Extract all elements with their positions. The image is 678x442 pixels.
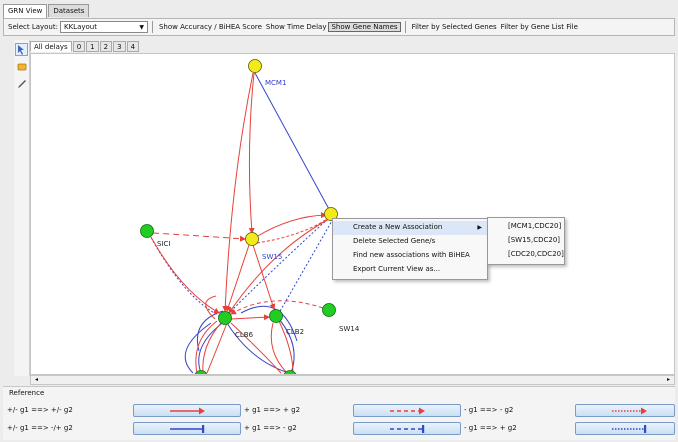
toolbar-divider bbox=[404, 21, 406, 33]
show-accuracy-button[interactable]: Show Accuracy / BiHEA Score bbox=[157, 23, 264, 31]
eraser-tool-icon[interactable] bbox=[15, 60, 28, 73]
layout-label: Select Layout: bbox=[8, 23, 58, 31]
inhibition-bar-icon bbox=[170, 425, 205, 433]
tool-strip bbox=[14, 40, 30, 376]
menu-item-label: Create a New Association bbox=[353, 223, 443, 231]
tab-datasets[interactable]: Datasets bbox=[48, 4, 90, 17]
view-tabs: GRN View Datasets bbox=[3, 4, 90, 19]
node-mcm1 bbox=[248, 59, 262, 73]
scroll-right-icon[interactable]: ▸ bbox=[667, 376, 670, 383]
node-label-sici: SICI bbox=[157, 240, 170, 248]
node-label-sw15: SW15 bbox=[262, 253, 282, 261]
dotted-activation-arrow-icon bbox=[612, 407, 647, 415]
edge-sici-clb6-red bbox=[150, 236, 220, 314]
context-menu: Create a New Association ▶ Delete Select… bbox=[332, 218, 488, 280]
reference-label: - g1 ==> - g2 bbox=[464, 406, 514, 414]
reference-button-dotted-blue[interactable] bbox=[575, 422, 675, 435]
dashed-inhibition-bar-icon bbox=[390, 425, 425, 433]
edge-cdc20-clb6 bbox=[224, 215, 332, 318]
toolbar-divider bbox=[151, 21, 153, 33]
node-sw14 bbox=[322, 303, 336, 317]
tab-delay-1[interactable]: 1 bbox=[86, 41, 99, 52]
delay-tabs: All delays 0 1 2 3 4 bbox=[30, 40, 140, 53]
menu-item-create-association[interactable]: Create a New Association ▶ bbox=[333, 221, 487, 235]
node-label-clb6: CLB6 bbox=[235, 331, 254, 339]
reference-label: + g1 ==> - g2 bbox=[244, 424, 297, 432]
horizontal-scrollbar[interactable]: ◂ ▸ bbox=[30, 375, 675, 385]
edge-cluster-r2 bbox=[206, 322, 228, 374]
filter-gene-list-file-button[interactable]: Filter by Gene List File bbox=[499, 23, 580, 31]
chevron-down-icon: ▼ bbox=[139, 23, 144, 31]
edge-mcm1-sw15 bbox=[248, 72, 255, 234]
reference-label: +/- g1 ==> -/+ g2 bbox=[7, 424, 73, 432]
toolbar: Select Layout: KKLayout ▼ Show Accuracy … bbox=[3, 18, 675, 36]
layout-select[interactable]: KKLayout ▼ bbox=[59, 21, 148, 33]
edge-sici-sw15 bbox=[152, 232, 246, 242]
reference-button-pos-pos[interactable] bbox=[133, 404, 241, 417]
reference-button-pos-neg[interactable] bbox=[133, 422, 241, 435]
reference-panel: Reference +/- g1 ==> +/- g2 + g1 ==> + g… bbox=[3, 386, 675, 440]
tab-delay-4[interactable]: 4 bbox=[126, 41, 140, 52]
node-sici bbox=[140, 224, 154, 238]
network-graph: MCM1 SICI SW15 SW14 CLB6 CLB2 bbox=[140, 59, 360, 374]
reference-label: +/- g1 ==> +/- g2 bbox=[7, 406, 73, 414]
node-label-mcm1: MCM1 bbox=[265, 79, 286, 87]
menu-item-export-view[interactable]: Export Current View as... bbox=[333, 263, 487, 277]
edge-cluster-r1 bbox=[202, 322, 222, 374]
submenu-item-mcm1-cdc20[interactable]: [MCM1,CDC20] bbox=[488, 220, 564, 234]
submenu-arrow-icon: ▶ bbox=[477, 224, 482, 231]
node-clb2 bbox=[269, 309, 283, 323]
gene-network-canvas[interactable]: MCM1 SICI SW15 SW14 CLB6 CLB2 bbox=[30, 53, 675, 375]
node-sw15 bbox=[245, 232, 259, 246]
submenu-item-sw15-cdc20[interactable]: [SW15,CDC20] bbox=[488, 234, 564, 248]
scroll-left-icon[interactable]: ◂ bbox=[35, 376, 38, 383]
menu-item-find-associations[interactable]: Find new associations with BiHEA bbox=[333, 249, 487, 263]
node-clb6 bbox=[218, 311, 232, 325]
menu-item-delete-genes[interactable]: Delete Selected Gene/s bbox=[333, 235, 487, 249]
tab-delay-3[interactable]: 3 bbox=[113, 41, 126, 52]
filter-selected-genes-button[interactable]: Filter by Selected Genes bbox=[410, 23, 499, 31]
activation-arrow-icon bbox=[170, 407, 205, 415]
tab-grn-view[interactable]: GRN View bbox=[3, 4, 48, 18]
reference-button-neg-pos[interactable] bbox=[353, 422, 461, 435]
tab-delay-0[interactable]: 0 bbox=[72, 41, 86, 52]
tab-delay-2[interactable]: 2 bbox=[99, 41, 113, 52]
node-label-clb2: CLB2 bbox=[286, 328, 304, 336]
submenu-item-cdc20-cdc20[interactable]: [CDC20,CDC20] bbox=[488, 248, 564, 262]
reference-title: Reference bbox=[9, 389, 45, 397]
reference-label: + g1 ==> + g2 bbox=[244, 406, 301, 414]
association-submenu: [MCM1,CDC20] [SW15,CDC20] [CDC20,CDC20] bbox=[487, 217, 565, 265]
node-label-sw14: SW14 bbox=[339, 325, 360, 333]
pointer-tool-icon[interactable] bbox=[15, 43, 28, 56]
edge-mcm1-cdc20 bbox=[254, 72, 334, 214]
edge-clb6-clb2 bbox=[230, 314, 270, 321]
reference-button-dotted-red[interactable] bbox=[575, 404, 675, 417]
show-time-delay-button[interactable]: Show Time Delay bbox=[264, 23, 329, 31]
layout-select-value: KKLayout bbox=[63, 23, 97, 31]
reference-button-neg-neg[interactable] bbox=[353, 404, 461, 417]
dashed-activation-arrow-icon bbox=[390, 407, 425, 415]
reference-label: - g1 ==> + g2 bbox=[464, 424, 517, 432]
show-gene-names-button[interactable]: Show Gene Names bbox=[328, 22, 401, 32]
pencil-tool-icon[interactable] bbox=[15, 77, 28, 90]
dotted-inhibition-bar-icon bbox=[612, 425, 647, 433]
tab-all-delays[interactable]: All delays bbox=[30, 41, 72, 52]
